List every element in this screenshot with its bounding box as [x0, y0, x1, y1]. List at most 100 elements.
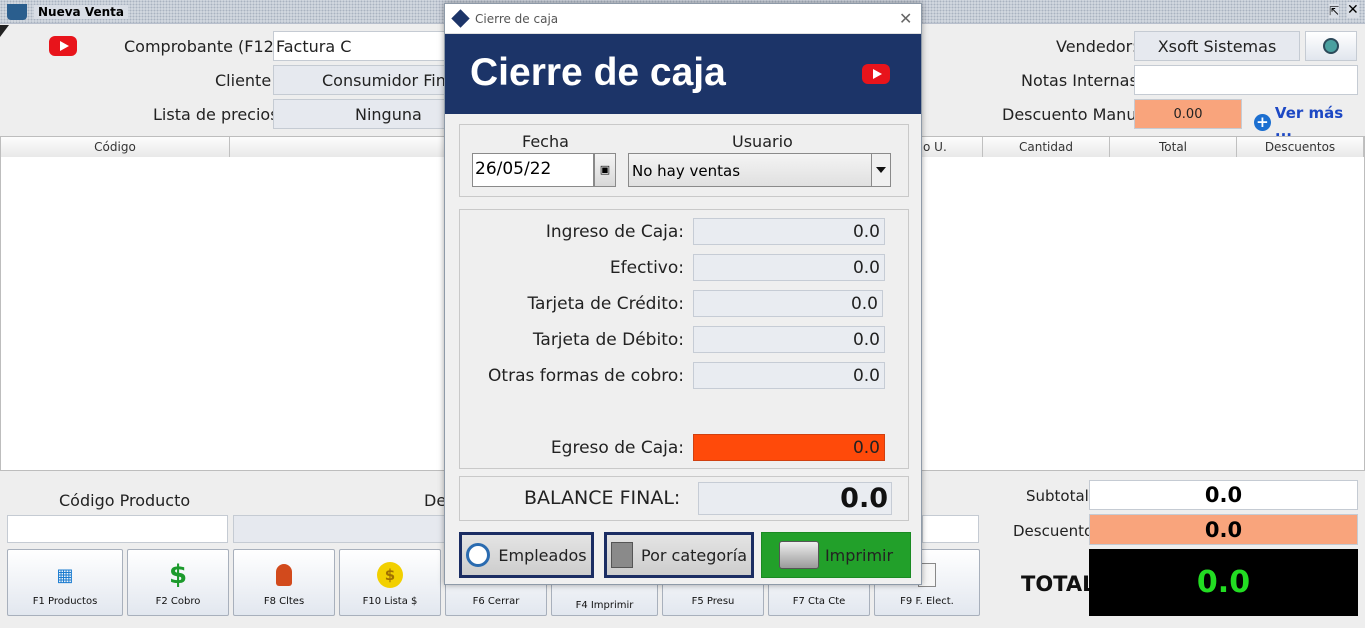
notas-label: Notas Internas:: [1021, 71, 1144, 90]
f2-label: F2 Cobro: [155, 596, 201, 607]
calculator-icon: [610, 542, 633, 568]
close-icon[interactable]: ✕: [1347, 2, 1359, 18]
otras-formas-value: 0.0: [693, 362, 885, 389]
restore-icon[interactable]: ⇱: [1329, 4, 1340, 18]
imprimir-button[interactable]: Imprimir: [761, 532, 911, 578]
por-categoria-button[interactable]: Por categoría: [604, 532, 754, 578]
efectivo-value: 0.0: [693, 254, 885, 281]
vendedor-value: Xsoft Sistemas: [1157, 36, 1277, 56]
printer-icon: [778, 541, 819, 569]
calendar-icon[interactable]: ▣: [594, 153, 616, 187]
lista-precios-label: Lista de precios:: [153, 105, 284, 124]
f8-clientes-button[interactable]: F8 Cltes: [233, 549, 335, 616]
dialog-title: Cierre de caja: [475, 12, 559, 26]
tarjeta-credito-value: 0.0: [693, 290, 883, 317]
clock-icon: [466, 543, 491, 567]
total-label: TOTAL: [1021, 572, 1096, 596]
otras-formas-label: Otras formas de cobro:: [488, 366, 684, 386]
empleados-label: Empleados: [498, 545, 587, 565]
efectivo-label: Efectivo:: [609, 258, 684, 278]
f10-lista-button[interactable]: $ F10 Lista $: [339, 549, 441, 616]
coin-icon: $: [377, 562, 403, 588]
comprobante-value: Factura C: [276, 36, 352, 56]
descuentos-total-value: 0.0: [1089, 514, 1358, 545]
banner-title: Cierre de caja: [470, 51, 726, 94]
youtube-icon[interactable]: [49, 36, 77, 56]
fecha-usuario-panel: Fecha 26/05/22 ▣ Usuario No hay ventas: [459, 124, 909, 197]
comprobante-select[interactable]: Factura C: [273, 31, 453, 61]
usuario-label: Usuario: [732, 132, 793, 151]
f1-productos-button[interactable]: ▦ F1 Productos: [7, 549, 123, 616]
cliente-value: Consumidor Final: [322, 70, 453, 90]
empleados-button[interactable]: Empleados: [459, 532, 594, 578]
usuario-value: No hay ventas: [632, 162, 741, 180]
ver-mas-label: Ver más ...: [1274, 104, 1344, 140]
total-value: 0.0: [1089, 549, 1358, 616]
col-header-descuentos[interactable]: Descuentos: [1237, 137, 1364, 157]
ingreso-caja-value: 0.0: [693, 218, 885, 245]
f9-label: F9 F. Elect.: [900, 596, 954, 607]
subtotal-value: 0.0: [1089, 480, 1358, 510]
f8-label: F8 Cltes: [263, 596, 305, 607]
descripcion-field[interactable]: [233, 515, 446, 543]
cliente-label: Cliente:: [215, 71, 277, 90]
user-avatar-icon: [1323, 38, 1339, 54]
ver-mas-link[interactable]: + Ver más ...: [1254, 104, 1365, 140]
descuento-label: Descuento Manual: [1002, 105, 1151, 124]
descuento-value: 0.00: [1173, 106, 1203, 122]
dialog-titlebar: Cierre de caja ✕: [445, 4, 921, 34]
notas-input[interactable]: [1134, 65, 1358, 95]
app-logo-icon: [451, 9, 470, 28]
tarjeta-debito-label: Tarjeta de Débito:: [532, 330, 684, 350]
mouse-cursor: [0, 25, 9, 37]
person-icon: [271, 562, 297, 588]
tarjeta-credito-label: Tarjeta de Crédito:: [527, 294, 684, 314]
chevron-down-icon[interactable]: [871, 154, 890, 186]
descuentos-total-label: Descuentos: [1013, 522, 1101, 540]
vendedor-label: Vendedor:: [1056, 37, 1138, 56]
ingreso-caja-label: Ingreso de Caja:: [545, 222, 684, 242]
codigo-producto-input[interactable]: [7, 515, 228, 543]
col-header-total[interactable]: Total: [1110, 137, 1237, 157]
vendedor-avatar-button[interactable]: [1305, 31, 1357, 61]
f6-label: F6 Cerrar: [472, 596, 520, 607]
fecha-value: 26/05/22: [475, 159, 552, 179]
lista-precios-field[interactable]: Ninguna: [273, 99, 453, 129]
f2-cobro-button[interactable]: $ F2 Cobro: [127, 549, 229, 616]
f10-label: F10 Lista $: [362, 596, 418, 607]
col-header-precio-u[interactable]: o U.: [922, 137, 983, 157]
basket-icon: [7, 4, 27, 20]
tarjeta-debito-value: 0.0: [693, 326, 885, 353]
col-header-cantidad[interactable]: Cantidad: [983, 137, 1110, 157]
dollar-icon: $: [168, 560, 188, 590]
comprobante-label: Comprobante (F12):: [124, 37, 286, 56]
cantidad-field[interactable]: [922, 515, 979, 543]
codigo-producto-label: Código Producto: [59, 491, 191, 510]
col-header-codigo[interactable]: Código: [1, 137, 230, 157]
fecha-label: Fecha: [522, 132, 569, 151]
f7-label: F7 Cta Cte: [792, 596, 846, 607]
cierre-caja-dialog: Cierre de caja ✕ Cierre de caja Fecha 26…: [444, 3, 922, 585]
window-title: Nueva Venta: [34, 5, 128, 19]
fecha-input[interactable]: 26/05/22: [472, 153, 594, 187]
descuento-input[interactable]: 0.00: [1134, 99, 1242, 129]
por-categoria-label: Por categoría: [640, 545, 748, 565]
lista-precios-value: Ninguna: [355, 104, 422, 124]
f4-label: F4 Imprimir: [575, 600, 634, 611]
egreso-caja-value: 0.0: [693, 434, 885, 461]
vendedor-field[interactable]: Xsoft Sistemas: [1134, 31, 1300, 61]
dialog-close-icon[interactable]: ✕: [899, 9, 912, 28]
dialog-youtube-icon[interactable]: [862, 64, 890, 84]
balance-label: BALANCE FINAL:: [524, 487, 681, 509]
balance-panel: BALANCE FINAL: 0.0: [459, 476, 909, 521]
egreso-caja-label: Egreso de Caja:: [550, 438, 684, 458]
balance-value: 0.0: [698, 482, 892, 515]
f1-label: F1 Productos: [32, 596, 98, 607]
usuario-select[interactable]: No hay ventas: [628, 153, 891, 187]
dialog-banner: Cierre de caja: [445, 34, 921, 114]
cliente-field[interactable]: Consumidor Final: [273, 65, 453, 95]
col-header-blank[interactable]: [230, 137, 445, 157]
imprimir-label: Imprimir: [824, 545, 894, 565]
basket-icon: ▦: [56, 564, 74, 586]
subtotal-label: Subtotal: [1026, 487, 1089, 505]
